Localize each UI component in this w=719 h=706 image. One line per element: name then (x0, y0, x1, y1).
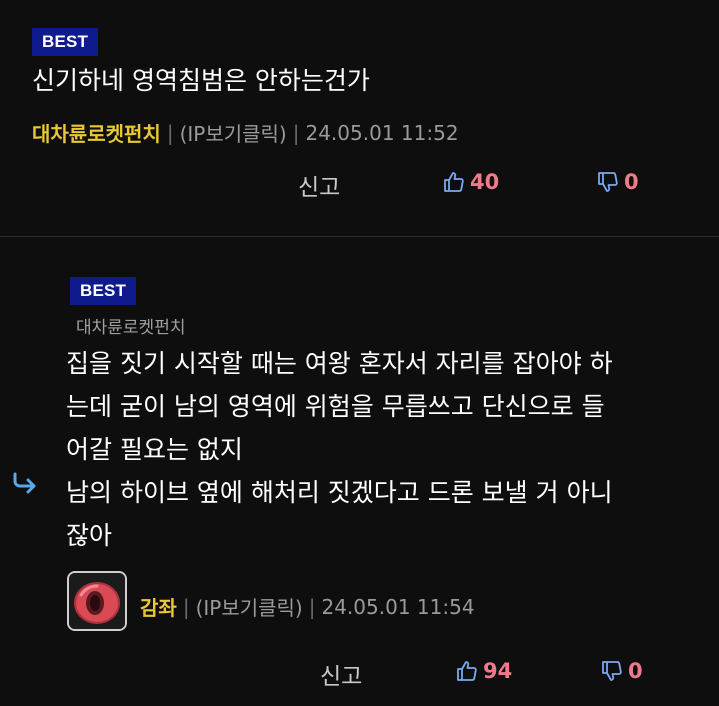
dislike-button[interactable]: 0 (600, 659, 643, 683)
author-nickname[interactable]: 대차륜로켓펀치 (32, 118, 161, 147)
avatar[interactable] (67, 571, 127, 631)
meta-separator: | (182, 594, 190, 619)
report-button[interactable]: 신고 (320, 657, 362, 691)
best-badge: BEST (32, 28, 99, 56)
meta-separator: | (292, 120, 300, 145)
like-count: 94 (483, 659, 513, 683)
like-button[interactable]: 94 (455, 659, 512, 683)
comment-divider (0, 236, 719, 237)
thumbs-up-icon (457, 661, 477, 681)
comment-date: 24.05.01 11:52 (305, 120, 459, 145)
report-button[interactable]: 신고 (298, 168, 340, 202)
ip-view-link[interactable]: (IP보기클릭) (180, 118, 287, 147)
reply-arrow-icon (12, 472, 38, 498)
reply-to-nickname: 대차륜로켓펀치 (76, 318, 186, 338)
meta-separator: | (308, 594, 316, 619)
report-label: 신고 (320, 664, 363, 690)
avatar-image (69, 573, 125, 629)
reply-date: 24.05.01 11:54 (321, 594, 475, 619)
reply-meta: 감좌 | (IP보기클릭) | 24.05.01 11:54 (140, 592, 475, 621)
comment-meta: 대차륜로켓펀치 | (IP보기클릭) | 24.05.01 11:52 (32, 118, 459, 147)
comment-text: 신기하네 영역침범은 안하는건가 (32, 66, 370, 95)
thumbs-down-icon (602, 661, 622, 681)
like-button[interactable]: 40 (442, 170, 499, 194)
dislike-count: 0 (628, 659, 643, 683)
meta-separator: | (166, 120, 174, 145)
author-nickname[interactable]: 감좌 (140, 592, 177, 621)
best-badge: BEST (70, 277, 137, 305)
report-label: 신고 (298, 175, 341, 201)
thumbs-up-icon (444, 172, 464, 192)
reply-text: 집을 짓기 시작할 때는 여왕 혼자서 자리를 잡아야 하 는데 굳이 남의 영… (66, 349, 613, 550)
thumbs-down-icon (598, 172, 618, 192)
dislike-button[interactable]: 0 (596, 170, 639, 194)
dislike-count: 0 (624, 170, 639, 194)
like-count: 40 (470, 170, 500, 194)
ip-view-link[interactable]: (IP보기클릭) (196, 592, 303, 621)
